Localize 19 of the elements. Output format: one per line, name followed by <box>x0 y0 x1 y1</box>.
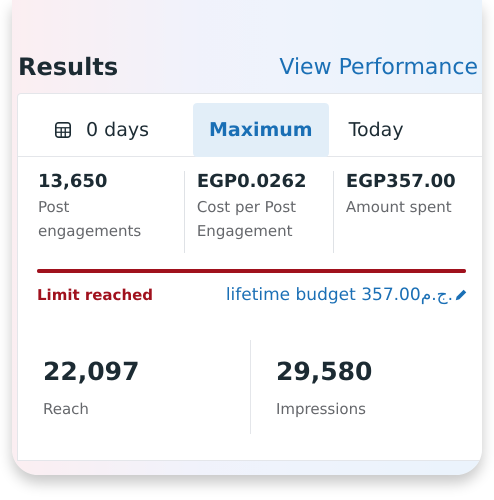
section-title: Results <box>18 53 118 81</box>
metric-label: Impressions <box>276 400 367 418</box>
budget-link[interactable]: lifetime budget 357.00ج.م. <box>226 285 453 305</box>
metric-value: EGP357.00 <box>346 171 457 192</box>
metric-value: 13,650 <box>38 171 108 192</box>
metric-label: Reach <box>43 400 90 418</box>
metric-value: EGP0.0262 <box>196 171 308 192</box>
metric-value: 29,580 <box>276 357 374 386</box>
calendar-icon[interactable] <box>54 120 72 138</box>
date-range-tab[interactable]: Maximum <box>192 102 329 156</box>
metric-label: Amount spent <box>346 197 453 218</box>
metric-value: 22,097 <box>43 357 140 386</box>
limit-status: Limit reached <box>37 286 154 304</box>
date-range-tab[interactable]: Today <box>348 102 420 156</box>
view-performance-link[interactable]: View Performance <box>279 54 478 80</box>
pencil-icon[interactable] <box>454 288 468 302</box>
metric-label: Post engagements <box>38 197 142 242</box>
date-range-tab[interactable]: 0 days <box>86 102 165 156</box>
metric-label: Cost per Post Engagement <box>196 197 298 242</box>
